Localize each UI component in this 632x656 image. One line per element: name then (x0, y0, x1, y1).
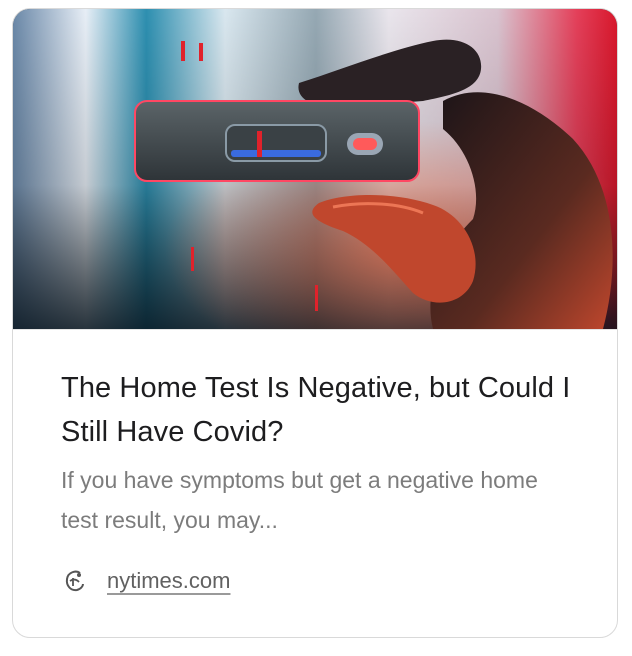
article-hero-image[interactable] (13, 9, 617, 329)
article-source[interactable]: nytimes.com (61, 566, 230, 596)
source-link[interactable]: nytimes.com (107, 568, 230, 594)
covid-test-illustration (13, 9, 617, 329)
nytimes-favicon-icon (61, 567, 89, 595)
article-summary: If you have symptoms but get a negative … (61, 467, 538, 533)
link-preview-card[interactable]: The Home Test Is Negative, but Could I S… (12, 8, 618, 638)
article-info: The Home Test Is Negative, but Could I S… (13, 329, 617, 637)
article-headline[interactable]: The Home Test Is Negative, but Could I S… (61, 366, 581, 454)
